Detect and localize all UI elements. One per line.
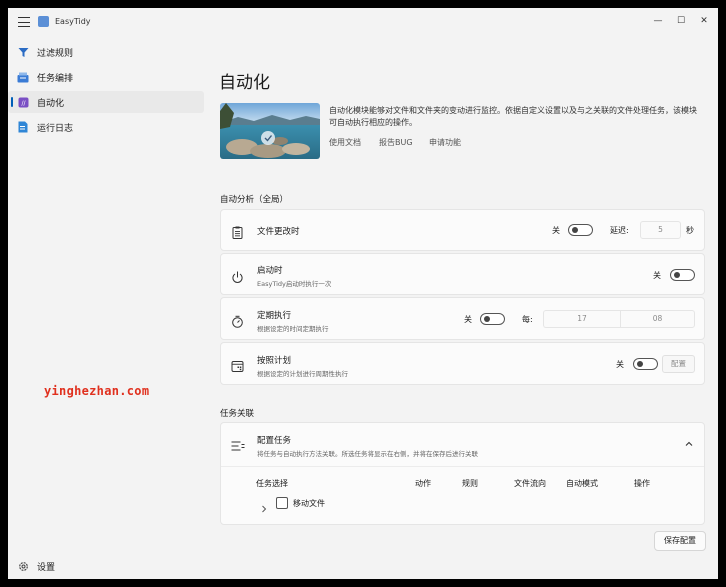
- card-title: 文件更改时: [257, 227, 300, 237]
- task-schedule-icon: [17, 71, 29, 83]
- card-periodic: 定期执行 根据设定的时间定期执行 关 每: 17 08: [220, 297, 705, 340]
- section-title-auto-analysis: 自动分析（全局）: [220, 195, 289, 205]
- sidebar-item-automation[interactable]: // 自动化: [8, 91, 204, 113]
- row-label: 移动文件: [293, 499, 325, 508]
- card-title: 定期执行: [257, 311, 292, 321]
- banner-image: [220, 103, 320, 159]
- hour-input[interactable]: 17: [543, 310, 620, 328]
- link-feature-request[interactable]: 申请功能: [429, 137, 461, 148]
- card-subtitle: 根据设定的时间定期执行: [257, 325, 329, 333]
- file-change-toggle[interactable]: [568, 224, 593, 236]
- column-header-action: 动作: [415, 479, 431, 488]
- on-startup-toggle[interactable]: [670, 269, 695, 281]
- column-header-auto-mode: 自动模式: [566, 479, 598, 488]
- app-title: EasyTidy: [55, 17, 91, 26]
- app-window: EasyTidy — ☐ ✕ 过滤规则 任务编排 // 自动化 运行日志 设置: [8, 8, 718, 579]
- column-header-rule: 规则: [462, 479, 478, 488]
- column-header-file-flow: 文件流向: [514, 479, 546, 488]
- sidebar-item-label: 自动化: [37, 99, 65, 109]
- card-on-startup: 启动时 EasyTidy启动时执行一次 关: [220, 253, 705, 295]
- calendar-icon: [231, 358, 244, 372]
- card-title: 启动时: [257, 266, 283, 276]
- sidebar-item-label: 运行日志: [37, 124, 74, 134]
- close-button[interactable]: ✕: [694, 13, 714, 29]
- filter-icon: [17, 46, 29, 58]
- clipboard-icon: [231, 224, 244, 239]
- hamburger-menu-icon[interactable]: [18, 17, 30, 27]
- toggle-state-label: 关: [653, 271, 661, 280]
- chevron-right-icon[interactable]: [260, 499, 268, 513]
- page-description: 自动化模块能够对文件和文件夹的变动进行监控。依据自定义设置以及与之关联的文件处理…: [329, 106, 697, 127]
- power-icon: [231, 269, 244, 283]
- column-header-operation: 操作: [634, 479, 650, 488]
- title-bar: EasyTidy — ☐ ✕: [8, 8, 718, 36]
- gear-icon: [17, 560, 29, 572]
- save-config-button[interactable]: 保存配置: [654, 531, 706, 551]
- card-subtitle: 根据设定的计划进行周期性执行: [257, 370, 348, 378]
- automation-icon: //: [17, 96, 29, 108]
- sidebar-item-filter-rules[interactable]: 过滤规则: [8, 41, 204, 63]
- toggle-state-label: 关: [464, 315, 472, 324]
- card-file-change: 文件更改时 关 延迟: 5 秒: [220, 209, 705, 251]
- sidebar-item-task-orchestration[interactable]: 任务编排: [8, 66, 204, 88]
- schedule-config-button[interactable]: 配置: [662, 355, 695, 373]
- link-report-bug[interactable]: 报告BUG: [379, 137, 413, 148]
- log-icon: [17, 121, 29, 133]
- table-row: 移动文件: [256, 496, 436, 513]
- periodic-toggle[interactable]: [480, 313, 505, 325]
- watermark: yinghezhan.com: [44, 384, 150, 398]
- sidebar-item-label: 任务编排: [37, 74, 74, 84]
- sidebar-item-run-log[interactable]: 运行日志: [8, 116, 204, 138]
- page-title: 自动化: [219, 73, 270, 93]
- chevron-up-icon[interactable]: [683, 435, 695, 447]
- minimize-button[interactable]: —: [648, 13, 668, 29]
- timer-icon: [231, 313, 244, 328]
- selection-indicator: [11, 97, 13, 107]
- delay-label: 延迟:: [610, 226, 629, 235]
- column-header-task-select: 任务选择: [256, 479, 288, 488]
- card-title: 按照计划: [257, 356, 292, 366]
- delay-input[interactable]: 5: [640, 221, 681, 239]
- sidebar-item-label: 过滤规则: [37, 49, 74, 59]
- row-checkbox[interactable]: [276, 497, 288, 509]
- card-subtitle: 将任务与自动执行方法关联。所选任务将显示在右侧，并将在保存后进行关联: [257, 450, 478, 458]
- sidebar-item-label: 设置: [37, 563, 56, 573]
- link-docs[interactable]: 使用文档: [329, 137, 361, 148]
- every-label: 每:: [522, 315, 533, 324]
- toggle-state-label: 关: [552, 226, 560, 235]
- maximize-button[interactable]: ☐: [671, 13, 691, 29]
- schedule-toggle[interactable]: [633, 358, 658, 370]
- list-settings-icon: [231, 437, 245, 451]
- delay-unit: 秒: [686, 226, 694, 235]
- card-title: 配置任务: [257, 436, 292, 446]
- card-divider: [221, 466, 704, 467]
- app-logo-icon: [38, 16, 49, 27]
- section-title-task-link: 任务关联: [220, 409, 255, 419]
- card-schedule: 按照计划 根据设定的计划进行周期性执行 关 配置: [220, 342, 705, 385]
- minute-input[interactable]: 08: [620, 310, 695, 328]
- sidebar-item-settings[interactable]: 设置: [8, 555, 204, 577]
- toggle-state-label: 关: [616, 360, 624, 369]
- card-subtitle: EasyTidy启动时执行一次: [257, 280, 332, 288]
